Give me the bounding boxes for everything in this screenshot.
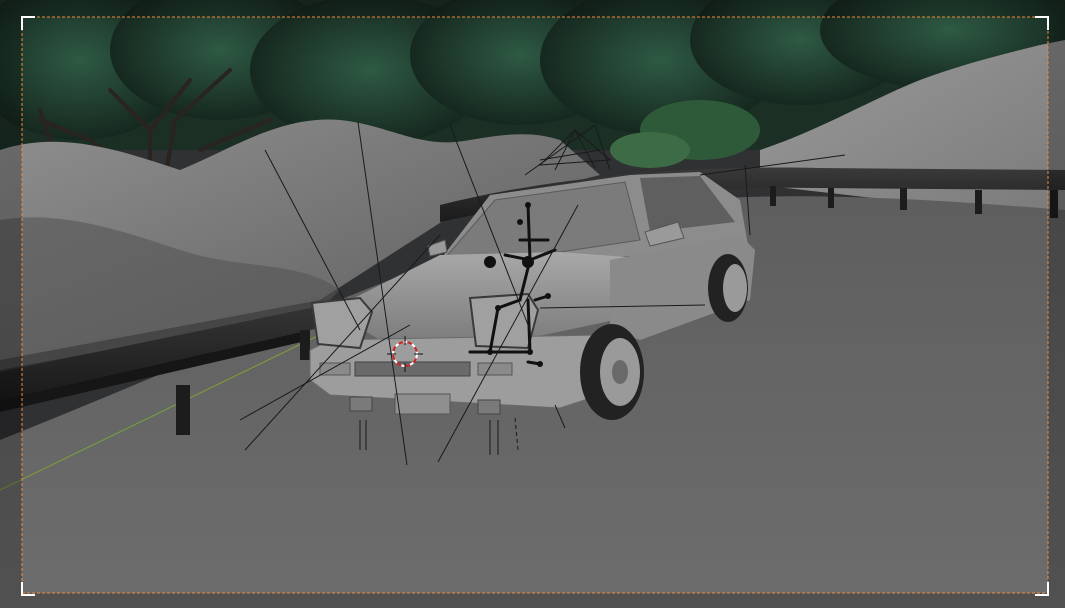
camera-frame-corner-top-right bbox=[1035, 16, 1049, 30]
camera-frame-corner-top-left bbox=[21, 16, 35, 30]
3d-viewport[interactable] bbox=[0, 0, 1065, 608]
camera-frame-corner-bottom-left bbox=[21, 582, 35, 596]
camera-frame-corner-bottom-right bbox=[1035, 582, 1049, 596]
scene-render[interactable] bbox=[0, 0, 1065, 608]
